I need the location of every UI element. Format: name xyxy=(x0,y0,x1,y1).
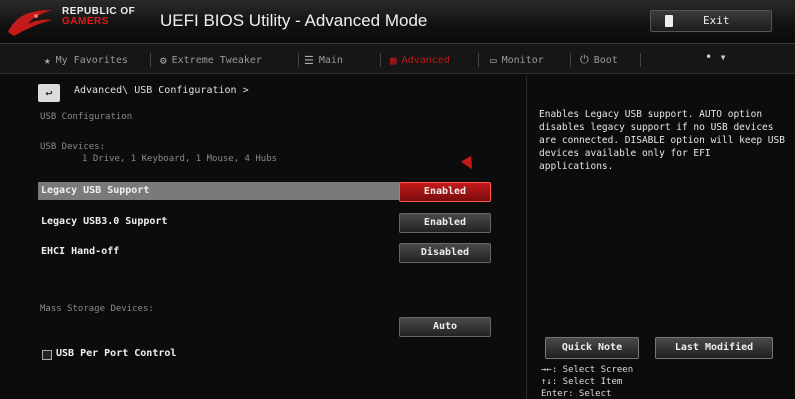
tab-divider xyxy=(640,53,641,67)
tweaker-icon: ⚙ xyxy=(160,53,167,67)
back-arrow-icon: ↩ xyxy=(45,86,53,100)
brand-line2: GAMERS xyxy=(62,16,109,27)
tab-divider xyxy=(570,53,571,67)
tab-divider xyxy=(150,53,151,67)
tab-boot[interactable]: ⏻ Boot xyxy=(580,52,618,68)
usb-per-port-control[interactable]: USB Per Port Control xyxy=(56,348,176,359)
setting-row-ehci-hand-off[interactable]: EHCI Hand-off xyxy=(38,243,402,261)
tab-label: My Favorites xyxy=(55,54,128,66)
quick-note-button[interactable]: Quick Note xyxy=(545,337,639,359)
rog-logo-icon xyxy=(8,10,52,36)
power-icon: ⏻ xyxy=(580,53,589,66)
ehci-hand-off-dropdown[interactable]: Disabled xyxy=(399,243,491,263)
back-button[interactable]: ↩ xyxy=(38,84,60,102)
setting-row-legacy-usb3-support[interactable]: Legacy USB3.0 Support xyxy=(38,213,402,231)
key-hint: Enter: Select xyxy=(541,389,612,399)
list-icon: ☰ xyxy=(304,53,314,67)
legacy-usb-support-dropdown[interactable]: Enabled xyxy=(399,182,491,202)
monitor-icon: ▭ xyxy=(490,53,497,67)
usb-configuration-header: USB Configuration xyxy=(40,112,133,122)
exit-icon xyxy=(665,15,673,27)
tab-divider xyxy=(478,53,479,67)
setting-label: EHCI Hand-off xyxy=(41,246,120,257)
tab-label: Monitor xyxy=(501,54,544,66)
tab-divider xyxy=(298,53,299,67)
title-bar: REPUBLIC OF GAMERS UEFI BIOS Utility - A… xyxy=(0,0,795,44)
tab-extreme-tweaker[interactable]: ⚙ Extreme Tweaker xyxy=(160,52,262,68)
help-pane: Enables Legacy USB support. AUTO option … xyxy=(526,76,795,399)
tab-label: Extreme Tweaker xyxy=(171,54,262,66)
help-text: Enables Legacy USB support. AUTO option … xyxy=(539,109,785,172)
exit-label: Exit xyxy=(703,14,730,27)
tab-bar: ★ My Favorites ⚙ Extreme Tweaker ☰ Main … xyxy=(0,44,795,74)
mass-storage-dropdown[interactable]: Auto xyxy=(399,317,491,337)
key-hints: →←: Select Screen ↑↓: Select Item Enter:… xyxy=(541,364,633,399)
exit-button[interactable]: Exit xyxy=(650,10,772,32)
usb-devices-value: 1 Drive, 1 Keyboard, 1 Mouse, 4 Hubs xyxy=(82,154,278,164)
setting-label: Legacy USB3.0 Support xyxy=(41,216,168,227)
key-hint: ↑↓: Select Item xyxy=(541,377,623,387)
window-title: UEFI BIOS Utility - Advanced Mode xyxy=(160,11,428,30)
usb-devices-label: USB Devices: xyxy=(40,142,106,152)
brand: REPUBLIC OF GAMERS xyxy=(62,7,135,27)
usb-per-port-expand-icon[interactable] xyxy=(42,350,52,360)
key-hint: →←: Select Screen xyxy=(541,365,634,375)
more-tabs-icon[interactable]: • ▾ xyxy=(705,50,727,64)
advanced-icon: ▦ xyxy=(390,53,397,67)
tab-label: Advanced xyxy=(401,54,450,66)
main-pane: ↩ Advanced\ USB Configuration > USB Conf… xyxy=(26,76,524,399)
mass-storage-label: Mass Storage Devices: xyxy=(40,304,154,314)
tab-advanced[interactable]: ▦ Advanced xyxy=(390,52,450,68)
legacy-usb3-support-dropdown[interactable]: Enabled xyxy=(399,213,491,233)
tab-divider xyxy=(380,53,381,67)
tab-label: Boot xyxy=(593,54,618,66)
mouse-cursor-icon xyxy=(460,155,478,173)
tab-main[interactable]: ☰ Main xyxy=(304,52,343,68)
star-icon: ★ xyxy=(44,53,51,67)
breadcrumb: Advanced\ USB Configuration > xyxy=(74,85,249,96)
last-modified-button[interactable]: Last Modified xyxy=(655,337,773,359)
tab-label: Main xyxy=(318,54,343,66)
setting-row-legacy-usb-support[interactable]: Legacy USB Support xyxy=(38,182,402,200)
tab-my-favorites[interactable]: ★ My Favorites xyxy=(44,52,128,68)
tab-monitor[interactable]: ▭ Monitor xyxy=(490,52,544,68)
setting-label: Legacy USB Support xyxy=(41,185,150,196)
